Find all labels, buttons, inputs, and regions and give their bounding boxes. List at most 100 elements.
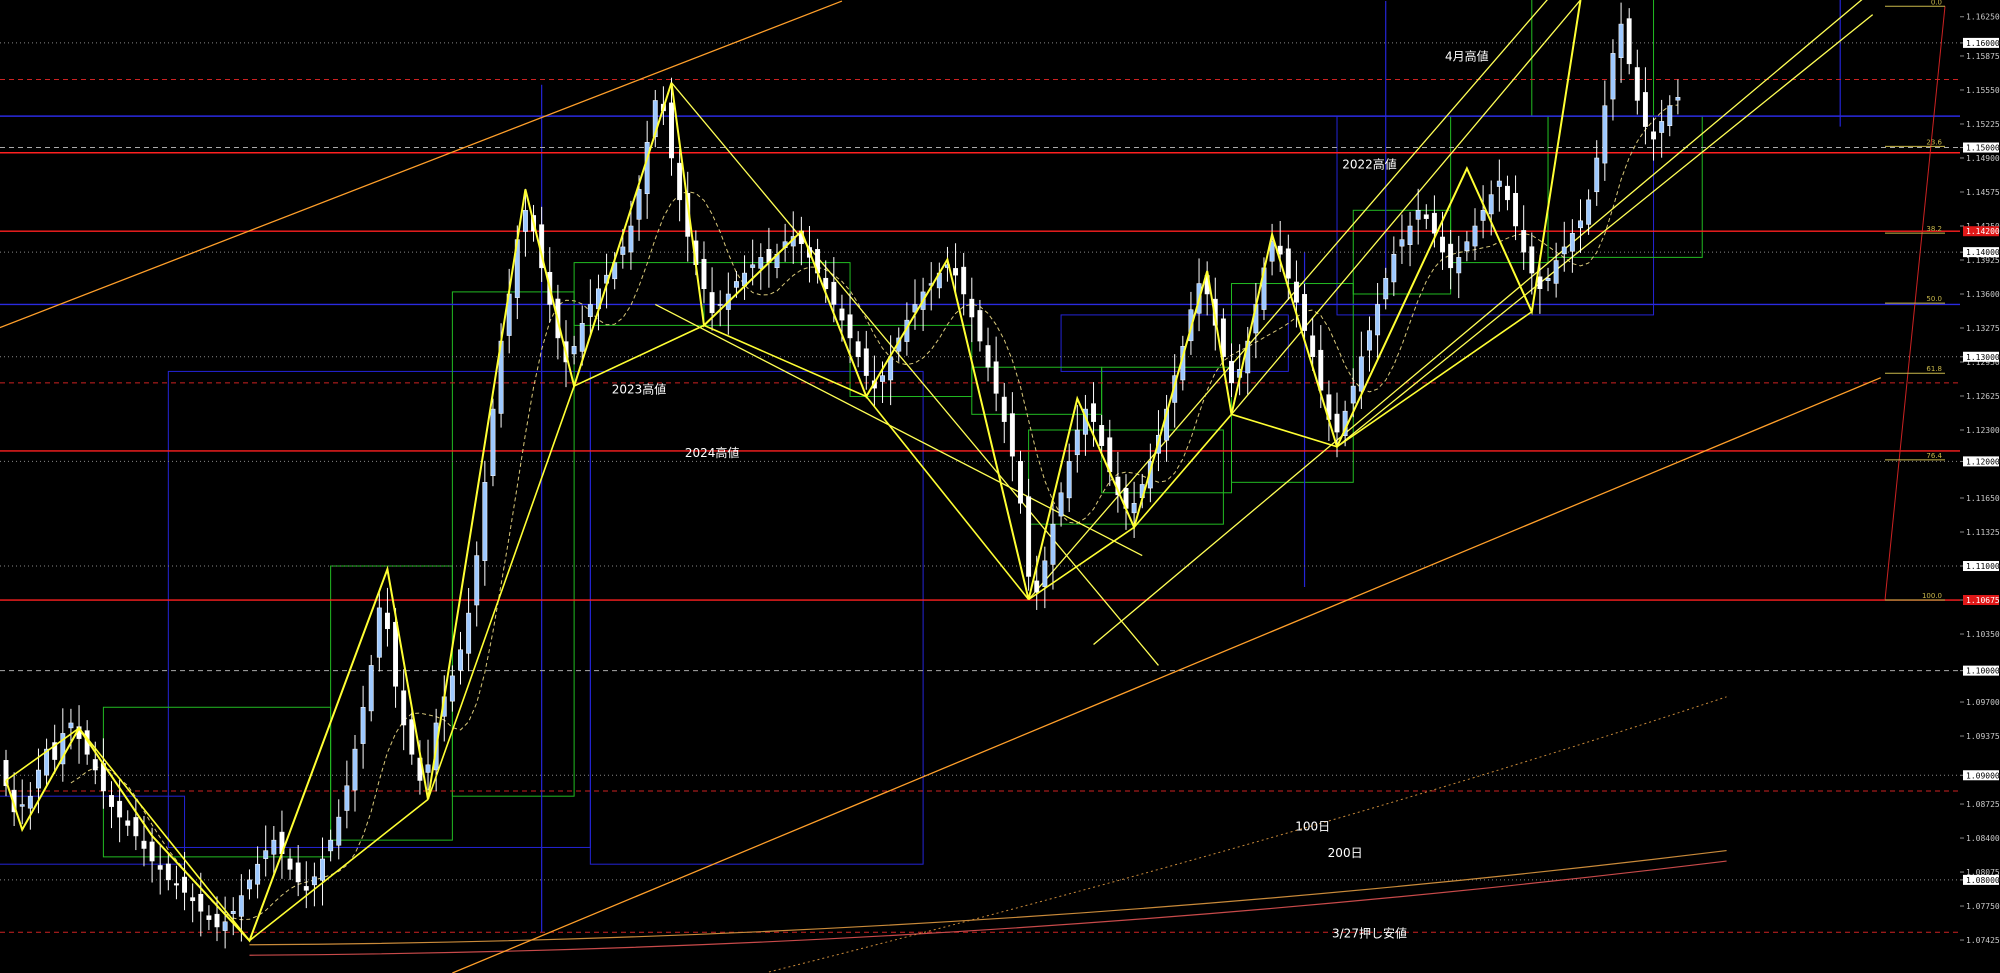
- candle-body: [1496, 180, 1502, 187]
- candle-body: [1066, 461, 1072, 499]
- price-axis-label: 1.14900: [1966, 154, 2000, 163]
- price-axis-label: 1.15550: [1966, 86, 2000, 95]
- candle-body: [628, 225, 634, 253]
- candle-body: [1302, 294, 1308, 331]
- candle-body: [733, 281, 739, 288]
- price-axis: 1.16250 1.16000 1.15875 1.15550 1.15225 1.150…: [1960, 0, 2000, 973]
- price-axis-label: 1.07750: [1966, 902, 2000, 911]
- candle-body: [92, 759, 98, 771]
- price-axis-label: 1.14575: [1966, 188, 2000, 197]
- candle-body: [669, 102, 674, 159]
- candle-body: [360, 707, 366, 744]
- candle-body: [320, 858, 325, 881]
- candle-body: [522, 210, 528, 232]
- chart-background: [0, 0, 2000, 973]
- candle-body: [230, 911, 236, 914]
- candle-body: [133, 817, 139, 837]
- candle-body: [1594, 157, 1600, 193]
- candle-body: [1602, 105, 1608, 164]
- price-axis-label: 1.12300: [1966, 426, 2000, 435]
- candle-body: [425, 764, 431, 773]
- price-tag-label: 1.12000: [1966, 457, 2000, 466]
- candle-body: [1042, 560, 1048, 587]
- candle-body: [311, 876, 317, 886]
- chart-annotation: 2022高値: [1342, 156, 1397, 171]
- price-tag-label: 1.11000: [1966, 562, 2000, 571]
- candle-body: [1667, 105, 1673, 127]
- price-tag-label: 1.10000: [1966, 667, 2000, 676]
- candle-body: [1026, 496, 1032, 577]
- candle-body: [1058, 492, 1064, 517]
- candle-body: [1675, 97, 1681, 101]
- candle-body: [1521, 230, 1527, 253]
- chart-svg[interactable]: 0.0 23.6 38.2 50.0 61.8 76.4 100.0 4月高値 2022高値 2…: [0, 0, 2000, 973]
- candle-body: [1131, 502, 1137, 514]
- candle-body: [336, 816, 342, 846]
- candle-body: [1569, 233, 1575, 252]
- candle-body: [1399, 239, 1405, 247]
- candle-body: [368, 665, 374, 712]
- fib-level-label: 76.4: [1926, 452, 1942, 460]
- candle-body: [1610, 53, 1616, 100]
- candle-body: [1334, 413, 1340, 433]
- candle-body: [1480, 210, 1486, 221]
- candle-body: [125, 820, 131, 826]
- candle-body: [1626, 18, 1632, 65]
- price-axis-label: 1.08725: [1966, 800, 2000, 809]
- price-axis-label: 1.13600: [1966, 290, 2000, 299]
- candle-body: [165, 863, 171, 881]
- candle-body: [157, 865, 163, 870]
- candle-body: [1431, 212, 1437, 234]
- candle-body: [1350, 385, 1356, 404]
- candle-body: [831, 281, 837, 305]
- candle-body: [458, 649, 463, 671]
- candlestick-chart[interactable]: 0.0 23.6 38.2 50.0 61.8 76.4 100.0 4月高値 2022高値 2…: [0, 0, 2000, 973]
- candle-body: [1513, 192, 1519, 227]
- candle-body: [352, 748, 358, 791]
- candle-body: [1229, 360, 1234, 384]
- candle-body: [482, 482, 488, 561]
- candle-body: [490, 408, 496, 476]
- chart-annotation: 2023高値: [612, 381, 667, 396]
- candle-body: [190, 897, 196, 902]
- candle-body: [1618, 23, 1624, 59]
- candle-body: [1099, 425, 1105, 446]
- candle-body: [571, 346, 577, 355]
- price-tag-label: 1.15000: [1966, 144, 2000, 153]
- candle-body: [977, 310, 983, 342]
- price-axis-label: 1.15875: [1966, 52, 2000, 61]
- candle-body: [393, 621, 399, 687]
- candle-body: [141, 840, 147, 849]
- candle-body: [847, 314, 853, 339]
- candle-body: [328, 839, 334, 852]
- candle-body: [1358, 356, 1364, 392]
- candle-body: [27, 795, 33, 809]
- candle-body: [717, 304, 723, 306]
- candle-body: [1553, 260, 1559, 284]
- candle-body: [1091, 403, 1096, 422]
- candle-body: [993, 361, 999, 394]
- candle-body: [1009, 413, 1015, 457]
- candle-body: [303, 886, 309, 891]
- candle-body: [758, 257, 764, 269]
- candle-body: [1018, 461, 1023, 504]
- fib-level-label: 0.0: [1931, 0, 1942, 6]
- candle-body: [238, 895, 244, 917]
- candle-body: [1383, 278, 1389, 300]
- candle-body: [839, 308, 845, 321]
- price-axis-label: 1.10350: [1966, 630, 2000, 639]
- candle-body: [1440, 236, 1445, 253]
- candle-body: [985, 345, 991, 368]
- candle-body: [1293, 281, 1299, 303]
- chart-annotation: 100日: [1295, 820, 1330, 834]
- candle-body: [19, 804, 25, 807]
- candle-body: [1285, 248, 1291, 279]
- price-tag-label: 1.10675: [1966, 596, 2000, 605]
- candle-body: [1375, 304, 1381, 336]
- candle-body: [1415, 210, 1421, 220]
- price-axis-label: 1.13275: [1966, 324, 2000, 333]
- candle-body: [1586, 199, 1592, 225]
- candle-body: [68, 722, 74, 729]
- price-axis-label: 1.15225: [1966, 120, 2000, 129]
- price-tag-label: 1.14200: [1966, 227, 2000, 236]
